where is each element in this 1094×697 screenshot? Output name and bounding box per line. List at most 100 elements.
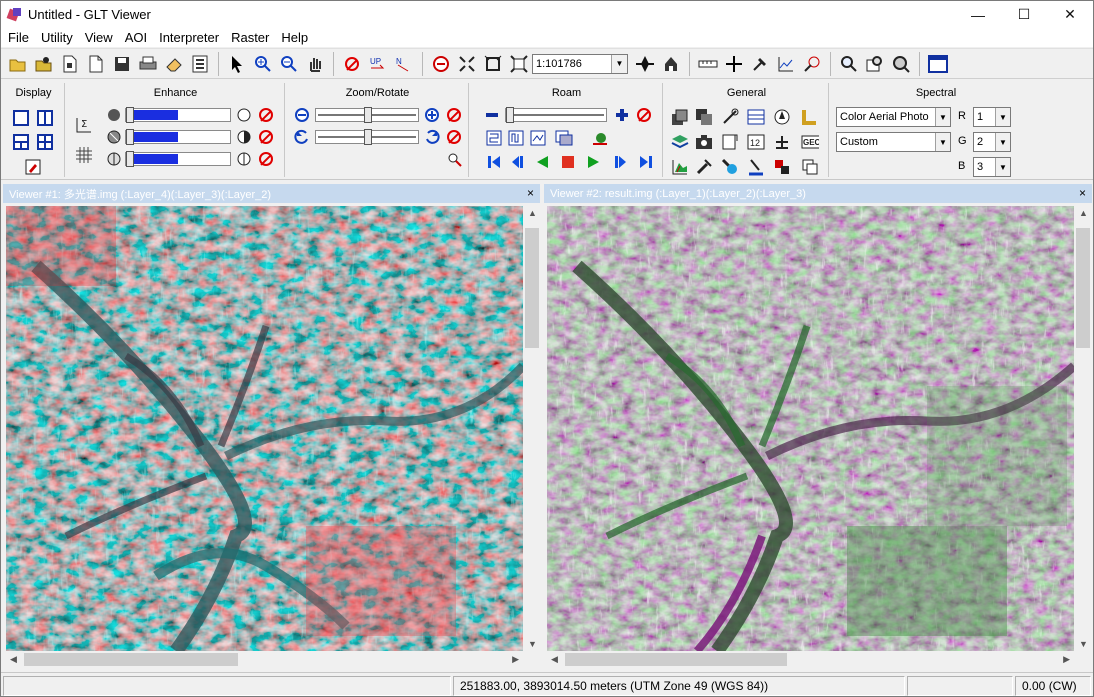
viewer-1-vertical-scrollbar[interactable]: ▲ ▼: [523, 206, 541, 651]
scroll-up-icon[interactable]: ▲: [528, 208, 537, 218]
blue-band-select[interactable]: 3 ▼: [973, 157, 1011, 177]
scroll-down-icon[interactable]: ▼: [528, 639, 537, 649]
viewer-2-close-button[interactable]: ×: [1079, 186, 1086, 200]
viewer-2-vertical-scrollbar[interactable]: ▲ ▼: [1074, 206, 1092, 651]
document-export-icon[interactable]: [721, 133, 739, 151]
compass-icon[interactable]: [632, 51, 658, 77]
satellite-icon[interactable]: [721, 158, 739, 176]
rotate-cw-icon[interactable]: [423, 128, 441, 146]
search-icon[interactable]: [836, 51, 862, 77]
eraser-icon[interactable]: [161, 51, 187, 77]
brightness-icon[interactable]: [105, 106, 123, 124]
scroll-right-icon[interactable]: ▶: [1063, 654, 1070, 665]
rotate-up-icon[interactable]: UP: [365, 51, 391, 77]
chevron-down-icon[interactable]: ▼: [995, 158, 1010, 176]
numeric-icon[interactable]: 12: [747, 133, 765, 151]
brightness-reset-icon[interactable]: [235, 106, 253, 124]
roam-path-icon[interactable]: [485, 129, 503, 147]
table-icon[interactable]: [747, 108, 765, 126]
open-vector-icon[interactable]: [31, 51, 57, 77]
fit-image-icon[interactable]: [506, 51, 532, 77]
viewer-2-image[interactable]: [547, 206, 1074, 651]
tools-icon[interactable]: [695, 158, 713, 176]
first-frame-icon[interactable]: [485, 153, 503, 171]
slider-thumb[interactable]: [364, 107, 372, 123]
color-picker-icon[interactable]: [773, 158, 791, 176]
contrast-icon[interactable]: [105, 128, 123, 146]
chevron-down-icon[interactable]: ▼: [995, 108, 1010, 126]
false-color-satellite-image[interactable]: [6, 206, 523, 651]
play-backward-icon[interactable]: [533, 153, 551, 171]
contrast-slider[interactable]: [125, 129, 231, 145]
viewer-1-vscroll-thumb[interactable]: [525, 228, 539, 348]
scroll-right-icon[interactable]: ▶: [512, 654, 519, 665]
close-button[interactable]: ✕: [1047, 1, 1093, 28]
scroll-left-icon[interactable]: ◀: [551, 654, 558, 665]
slider-thumb[interactable]: [126, 129, 134, 145]
slider-thumb[interactable]: [364, 129, 372, 145]
chevron-down-icon[interactable]: ▼: [935, 133, 950, 151]
annotation-icon[interactable]: [773, 133, 791, 151]
brightness-clear-icon[interactable]: [257, 106, 275, 124]
roam-speed-slider[interactable]: [505, 107, 607, 123]
classified-result-image[interactable]: [547, 206, 1074, 651]
slider-thumb[interactable]: [506, 107, 514, 123]
zoom-out-icon[interactable]: [276, 51, 302, 77]
fit-inward-icon[interactable]: [454, 51, 480, 77]
zoom-tool-icon[interactable]: [445, 150, 463, 168]
rotate-clear-icon[interactable]: [445, 128, 463, 146]
measure-tool-icon[interactable]: [747, 158, 765, 176]
roam-snail-icon[interactable]: [591, 129, 609, 147]
brightness-slider[interactable]: [125, 107, 231, 123]
split-horizontal-icon[interactable]: [12, 133, 30, 151]
magnifier-window-icon[interactable]: [862, 51, 888, 77]
red-band-select[interactable]: 1 ▼: [973, 107, 1011, 127]
l-shape-icon[interactable]: [801, 108, 819, 126]
save-icon[interactable]: [109, 51, 135, 77]
chevron-down-icon[interactable]: ▼: [995, 133, 1010, 151]
sigma-icon[interactable]: Σ: [75, 116, 93, 134]
fit-outward-icon[interactable]: [480, 51, 506, 77]
grid-icon[interactable]: [75, 146, 93, 164]
sharpness-line-icon[interactable]: [235, 150, 253, 168]
maximize-button[interactable]: ☐: [1001, 1, 1047, 28]
menu-raster[interactable]: Raster: [225, 30, 275, 45]
zoom-clear-icon[interactable]: [445, 106, 463, 124]
select-arrow-icon[interactable]: [224, 51, 250, 77]
link-icon[interactable]: [721, 108, 739, 126]
contrast-clear-icon[interactable]: [257, 128, 275, 146]
edit-display-icon[interactable]: [24, 158, 42, 176]
scroll-left-icon[interactable]: ◀: [10, 654, 17, 665]
rotate-north-icon[interactable]: N: [391, 51, 417, 77]
menu-utility[interactable]: Utility: [35, 30, 79, 45]
spectral-preset-combo[interactable]: Color Aerial Photo ▼: [836, 107, 951, 127]
viewer-1-hscroll-thumb[interactable]: [24, 653, 238, 666]
reset-zoom-icon[interactable]: [428, 51, 454, 77]
page-icon[interactable]: [83, 51, 109, 77]
viewer-2-horizontal-scrollbar[interactable]: ◀ ▶: [547, 651, 1074, 668]
print-icon[interactable]: [135, 51, 161, 77]
info-icon[interactable]: [187, 51, 213, 77]
menu-view[interactable]: View: [79, 30, 119, 45]
zoom-slider[interactable]: [315, 107, 419, 123]
rotate-ccw-icon[interactable]: [293, 128, 311, 146]
ruler-icon[interactable]: [695, 51, 721, 77]
zoom-plus-icon[interactable]: [423, 106, 441, 124]
viewer-2-hscroll-thumb[interactable]: [565, 653, 787, 666]
stack-icon[interactable]: [671, 133, 689, 151]
layers-icon[interactable]: [671, 108, 689, 126]
green-band-select[interactable]: 2 ▼: [973, 132, 1011, 152]
scroll-down-icon[interactable]: ▼: [1079, 639, 1088, 649]
menu-file[interactable]: File: [1, 30, 35, 45]
split-vertical-icon[interactable]: [36, 109, 54, 127]
viewer-1-image[interactable]: [6, 206, 523, 651]
stop-icon[interactable]: [559, 153, 577, 171]
inquire-cursor-icon[interactable]: [799, 51, 825, 77]
overlay-icon[interactable]: [695, 108, 713, 126]
roam-plus-icon[interactable]: [613, 106, 631, 124]
previous-frame-icon[interactable]: [509, 153, 527, 171]
crosshair-icon[interactable]: [721, 51, 747, 77]
viewer-1-horizontal-scrollbar[interactable]: ◀ ▶: [6, 651, 523, 668]
menu-help[interactable]: Help: [275, 30, 314, 45]
viewer-1-close-button[interactable]: ×: [527, 186, 534, 200]
